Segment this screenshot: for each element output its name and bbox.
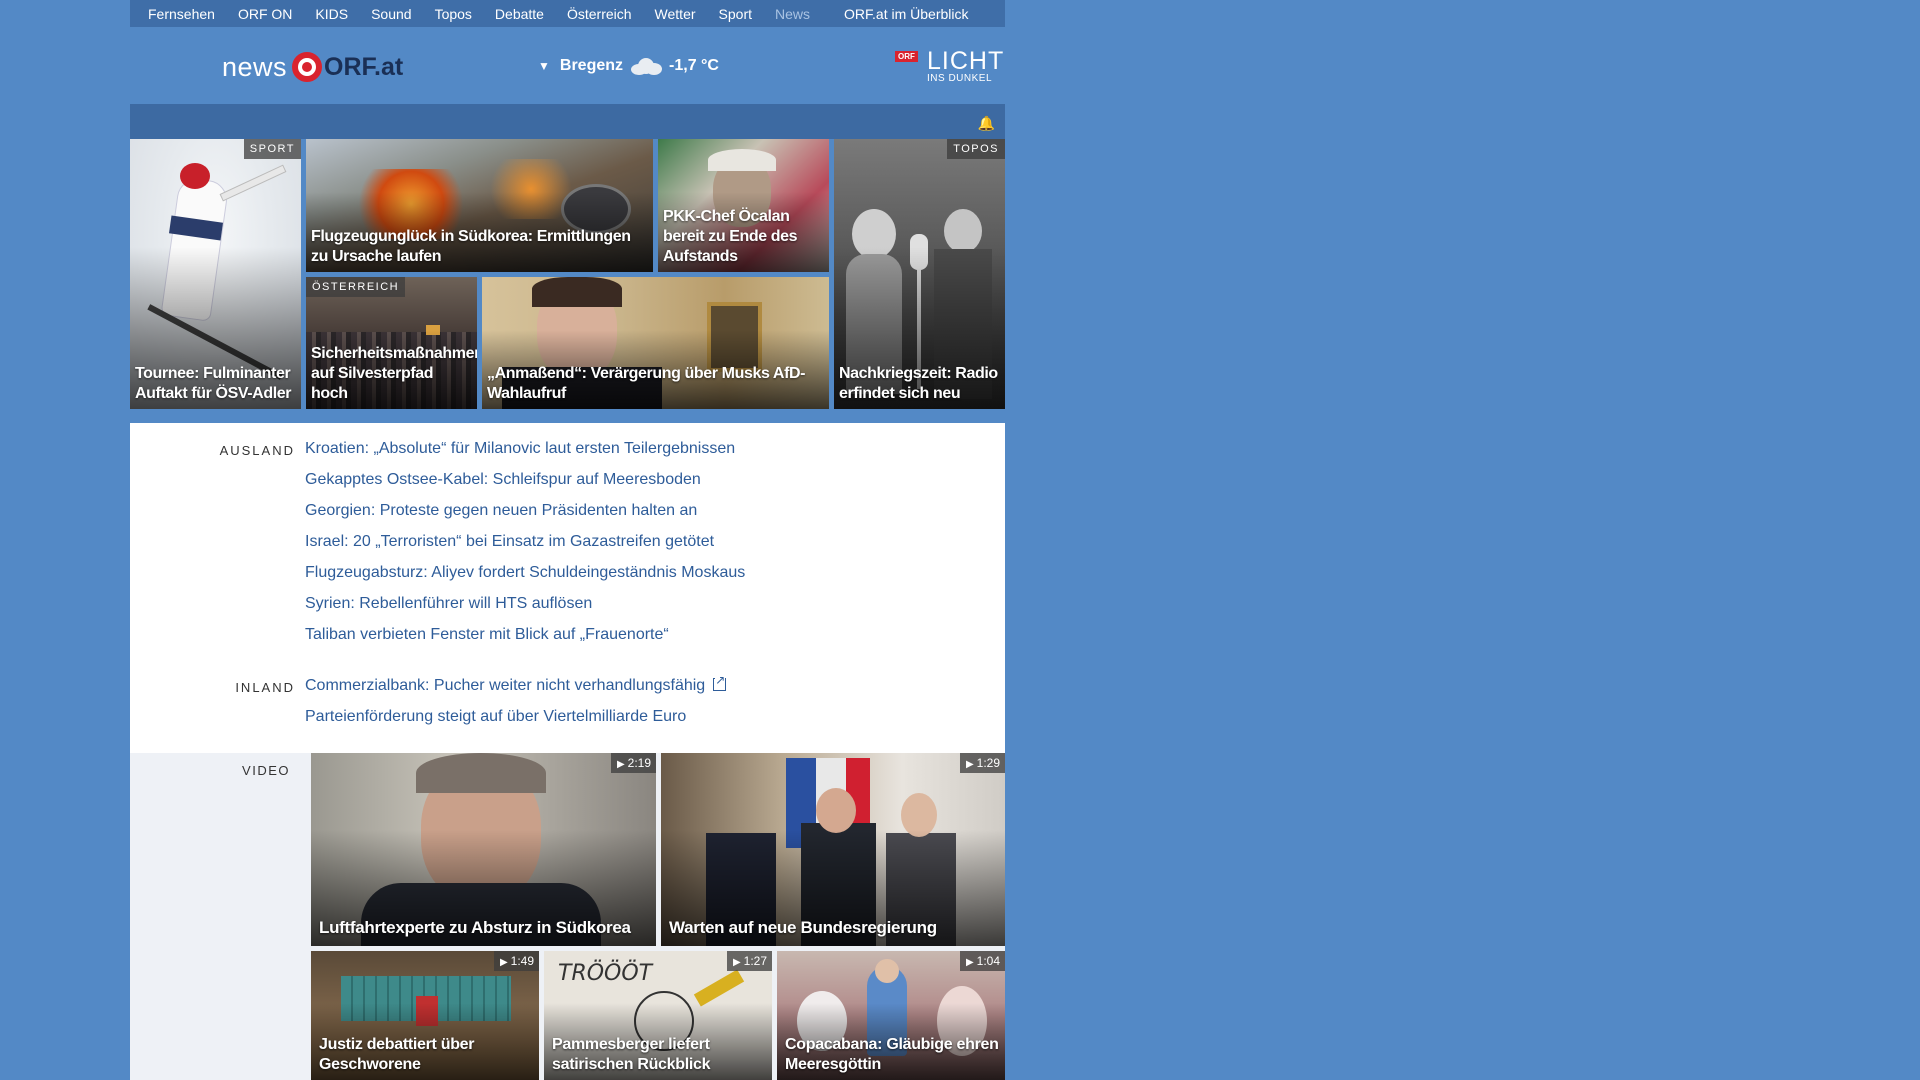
video-caption: Luftfahrtexperte zu Absturz in Südkorea bbox=[319, 918, 631, 937]
nav-item-kids[interactable]: KIDS bbox=[315, 6, 348, 22]
teaser-tile-pkk[interactable]: PKK-Chef Öcalan bereit zu Ende des Aufst… bbox=[658, 139, 829, 272]
section-label-video: VIDEO bbox=[242, 763, 290, 778]
section-label-ausland: AUSLAND bbox=[219, 443, 295, 458]
top-navigation: Fernsehen ORF ON KIDS Sound Topos Debatt… bbox=[130, 0, 1005, 27]
video-tile[interactable]: ▶ 1:49 Justiz debattiert über Geschworene bbox=[311, 951, 539, 1080]
ausland-link[interactable]: Syrien: Rebellenführer will HTS auflösen bbox=[305, 595, 592, 613]
lid-orf-badge: ORF bbox=[895, 51, 918, 62]
orf-eye-icon bbox=[292, 52, 323, 82]
nav-item-news[interactable]: News bbox=[775, 6, 810, 22]
play-icon: ▶ bbox=[732, 957, 741, 968]
lid-dunkel-text: INS DUNKEL bbox=[927, 73, 993, 84]
video-caption: Copacabana: Gläubige ehren Meeresgöttin bbox=[785, 1036, 999, 1073]
teaser-caption: „Anmaßend“: Verärgerung über Musks AfD-W… bbox=[487, 365, 806, 402]
cloud-icon bbox=[629, 57, 663, 75]
ausland-link[interactable]: Flugzeugabsturz: Aliyev fordert Schuldei… bbox=[305, 564, 745, 582]
weather-temperature: -1,7 °C bbox=[669, 57, 719, 74]
nav-item-fernsehen[interactable]: Fernsehen bbox=[148, 6, 215, 22]
duration-text: 1:27 bbox=[743, 954, 767, 968]
video-caption: Justiz debattiert über Geschworene bbox=[319, 1036, 475, 1073]
video-tile[interactable]: ▶ 1:29 Warten auf neue Bundesregierung bbox=[661, 753, 1005, 946]
video-caption: Warten auf neue Bundesregierung bbox=[669, 918, 937, 937]
teaser-tile-silvesterpfad[interactable]: ÖSTERREICH Sicherheitsmaßnahmen auf Silv… bbox=[306, 277, 477, 409]
bell-icon[interactable]: 🔔 bbox=[978, 115, 995, 132]
nav-item-wetter[interactable]: Wetter bbox=[655, 6, 696, 22]
section-tag-sport: SPORT bbox=[243, 139, 301, 159]
duration-text: 1:04 bbox=[976, 954, 1000, 968]
dropdown-triangle-icon: ▼ bbox=[538, 59, 550, 73]
section-tag-topos: TOPOS bbox=[947, 139, 1005, 159]
video-tile[interactable]: TRÖÖÖT ▶ 1:27 Pammesberger liefert satiri… bbox=[544, 951, 772, 1080]
nav-item-oesterreich[interactable]: Österreich bbox=[567, 6, 632, 22]
nav-item-sound[interactable]: Sound bbox=[371, 6, 411, 22]
video-tile[interactable]: ▶ 2:19 Luftfahrtexperte zu Absturz in Süd… bbox=[311, 753, 656, 946]
section-tag-oesterreich: ÖSTERREICH bbox=[306, 277, 406, 297]
section-label-inland: INLAND bbox=[235, 680, 295, 695]
ausland-link[interactable]: Taliban verbieten Fenster mit Blick auf … bbox=[305, 626, 669, 644]
nav-item-debatte[interactable]: Debatte bbox=[495, 6, 544, 22]
lid-licht-text: LICHT bbox=[927, 47, 1005, 75]
teaser-caption: Flugzeugunglück in Südkorea: Ermittlunge… bbox=[311, 228, 631, 265]
site-header: news ORF.at ▼ Bregenz -1,7 °C ORF LICHT … bbox=[130, 27, 1005, 104]
inland-link[interactable]: Parteienförderung steigt auf über Vierte… bbox=[305, 708, 686, 726]
news-orf-logo[interactable]: news ORF.at bbox=[222, 49, 403, 85]
video-duration: ▶ 1:49 bbox=[493, 951, 539, 971]
ausland-link[interactable]: Georgien: Proteste gegen neuen Präsident… bbox=[305, 502, 697, 520]
ausland-link[interactable]: Kroatien: „Absolute“ für Milanovic laut … bbox=[305, 440, 735, 458]
subheader-strip: 🔔 bbox=[130, 104, 1005, 139]
duration-text: 2:19 bbox=[627, 756, 651, 770]
licht-ins-dunkel-logo[interactable]: ORF LICHT INS DUNKEL bbox=[895, 47, 1005, 89]
teaser-tile-plane-crash[interactable]: Flugzeugunglück in Südkorea: Ermittlunge… bbox=[306, 139, 653, 272]
duration-text: 1:49 bbox=[510, 954, 534, 968]
news-lists-panel: AUSLAND Kroatien: „Absolute“ für Milanov… bbox=[130, 423, 1005, 753]
logo-news-text: news bbox=[222, 51, 288, 82]
teaser-caption: PKK-Chef Öcalan bereit zu Ende des Aufst… bbox=[663, 208, 798, 265]
teaser-tile-musk[interactable]: „Anmaßend“: Verärgerung über Musks AfD-W… bbox=[482, 277, 829, 409]
ausland-link[interactable]: Gekapptes Ostsee-Kabel: Schleifspur auf … bbox=[305, 471, 701, 489]
video-duration: ▶ 1:27 bbox=[726, 951, 772, 971]
ausland-link[interactable]: Israel: 20 „Terroristen“ bei Einsatz im … bbox=[305, 533, 714, 551]
duration-text: 1:29 bbox=[976, 756, 1000, 770]
weather-widget[interactable]: ▼ Bregenz -1,7 °C bbox=[538, 53, 719, 79]
teaser-tile-sport[interactable]: SPORT Tournee: Fulminanter Auftakt für Ö… bbox=[130, 139, 301, 409]
nav-item-orf-on[interactable]: ORF ON bbox=[238, 6, 292, 22]
nav-item-overview[interactable]: ORF.at im Überblick bbox=[844, 6, 968, 22]
logo-orf-text: ORF.at bbox=[324, 52, 404, 81]
play-icon: ▶ bbox=[499, 957, 508, 968]
teaser-caption: Tournee: Fulminanter Auftakt für ÖSV-Adl… bbox=[135, 365, 292, 402]
video-caption: Pammesberger liefert satirischen Rückbli… bbox=[552, 1036, 711, 1073]
nav-item-topos[interactable]: Topos bbox=[435, 6, 472, 22]
nav-item-sport[interactable]: Sport bbox=[719, 6, 752, 22]
inland-link-text: Commerzialbank: Pucher weiter nicht verh… bbox=[305, 677, 706, 694]
video-duration: ▶ 1:29 bbox=[959, 753, 1005, 773]
teaser-tile-topos[interactable]: TOPOS Nachkriegszeit: Radio erfindet sic… bbox=[834, 139, 1005, 409]
video-duration: ▶ 1:04 bbox=[959, 951, 1005, 971]
play-icon: ▶ bbox=[616, 759, 625, 770]
external-link-icon bbox=[713, 673, 727, 691]
teaser-caption: Nachkriegszeit: Radio erfindet sich neu bbox=[839, 365, 998, 402]
weather-city: Bregenz bbox=[559, 57, 624, 74]
video-tile[interactable]: ▶ 1:04 Copacabana: Gläubige ehren Meeresg… bbox=[777, 951, 1005, 1080]
play-icon: ▶ bbox=[965, 759, 974, 770]
play-icon: ▶ bbox=[965, 957, 974, 968]
inland-link-external[interactable]: Commerzialbank: Pucher weiter nicht verh… bbox=[305, 673, 727, 695]
video-duration: ▶ 2:19 bbox=[610, 753, 656, 773]
teaser-caption: Sicherheitsmaßnahmen auf Silvesterpfad h… bbox=[311, 345, 477, 402]
